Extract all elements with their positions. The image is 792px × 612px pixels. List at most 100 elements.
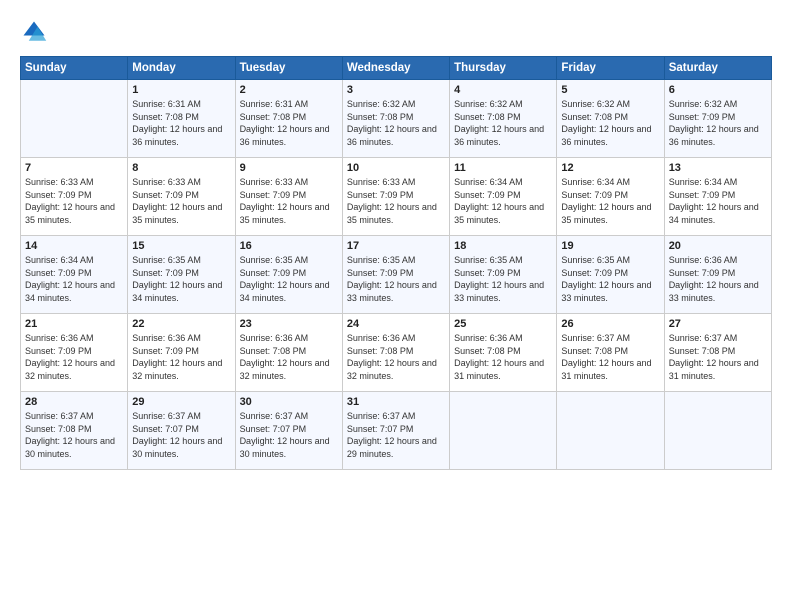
week-row-4: 21 Sunrise: 6:36 AMSunset: 7:09 PMDayligh… (21, 314, 772, 392)
day-detail: Sunrise: 6:35 AMSunset: 7:09 PMDaylight:… (454, 254, 552, 304)
day-cell: 6 Sunrise: 6:32 AMSunset: 7:09 PMDaylight… (664, 80, 771, 158)
day-detail: Sunrise: 6:37 AMSunset: 7:08 PMDaylight:… (669, 332, 767, 382)
day-detail: Sunrise: 6:33 AMSunset: 7:09 PMDaylight:… (347, 176, 445, 226)
day-number: 26 (561, 318, 659, 330)
day-detail: Sunrise: 6:36 AMSunset: 7:09 PMDaylight:… (669, 254, 767, 304)
day-detail: Sunrise: 6:33 AMSunset: 7:09 PMDaylight:… (240, 176, 338, 226)
day-cell: 13 Sunrise: 6:34 AMSunset: 7:09 PMDayligh… (664, 158, 771, 236)
day-number: 5 (561, 84, 659, 96)
header-row: SundayMondayTuesdayWednesdayThursdayFrid… (21, 57, 772, 80)
day-number: 18 (454, 240, 552, 252)
day-cell: 11 Sunrise: 6:34 AMSunset: 7:09 PMDayligh… (450, 158, 557, 236)
day-number: 29 (132, 396, 230, 408)
day-detail: Sunrise: 6:31 AMSunset: 7:08 PMDaylight:… (240, 98, 338, 148)
day-header-sunday: Sunday (21, 57, 128, 80)
week-row-3: 14 Sunrise: 6:34 AMSunset: 7:09 PMDayligh… (21, 236, 772, 314)
calendar-table: SundayMondayTuesdayWednesdayThursdayFrid… (20, 56, 772, 470)
day-number: 22 (132, 318, 230, 330)
day-cell: 22Sunrise: 6:36 AMSunset: 7:09 PMDayligh… (128, 314, 235, 392)
day-cell: 10 Sunrise: 6:33 AMSunset: 7:09 PMDayligh… (342, 158, 449, 236)
day-number: 19 (561, 240, 659, 252)
day-number: 28 (25, 396, 123, 408)
day-detail: Sunrise: 6:34 AMSunset: 7:09 PMDaylight:… (669, 176, 767, 226)
day-header-saturday: Saturday (664, 57, 771, 80)
logo (20, 18, 52, 46)
day-detail: Sunrise: 6:32 AMSunset: 7:09 PMDaylight:… (669, 98, 767, 148)
day-detail: Sunrise: 6:37 AMSunset: 7:07 PMDaylight:… (347, 410, 445, 460)
day-detail: Sunrise: 6:33 AMSunset: 7:09 PMDaylight:… (132, 176, 230, 226)
day-detail: Sunrise: 6:37 AMSunset: 7:08 PMDaylight:… (561, 332, 659, 382)
day-cell: 29 Sunrise: 6:37 AMSunset: 7:07 PMDayligh… (128, 392, 235, 470)
day-detail: Sunrise: 6:33 AMSunset: 7:09 PMDaylight:… (25, 176, 123, 226)
day-number: 10 (347, 162, 445, 174)
day-header-thursday: Thursday (450, 57, 557, 80)
day-number: 4 (454, 84, 552, 96)
day-cell: 1Sunrise: 6:31 AMSunset: 7:08 PMDaylight… (128, 80, 235, 158)
day-detail: Sunrise: 6:37 AMSunset: 7:07 PMDaylight:… (132, 410, 230, 460)
day-header-wednesday: Wednesday (342, 57, 449, 80)
day-number: 6 (669, 84, 767, 96)
day-number: 14 (25, 240, 123, 252)
day-detail: Sunrise: 6:35 AMSunset: 7:09 PMDaylight:… (561, 254, 659, 304)
day-cell (21, 80, 128, 158)
week-row-5: 28 Sunrise: 6:37 AMSunset: 7:08 PMDayligh… (21, 392, 772, 470)
day-number: 9 (240, 162, 338, 174)
day-detail: Sunrise: 6:36 AMSunset: 7:08 PMDaylight:… (454, 332, 552, 382)
day-number: 23 (240, 318, 338, 330)
day-cell: 3 Sunrise: 6:32 AMSunset: 7:08 PMDaylight… (342, 80, 449, 158)
day-header-tuesday: Tuesday (235, 57, 342, 80)
day-cell: 7 Sunrise: 6:33 AMSunset: 7:09 PMDaylight… (21, 158, 128, 236)
day-cell (450, 392, 557, 470)
day-cell: 23 Sunrise: 6:36 AMSunset: 7:08 PMDayligh… (235, 314, 342, 392)
header (20, 18, 772, 46)
day-cell: 2 Sunrise: 6:31 AMSunset: 7:08 PMDaylight… (235, 80, 342, 158)
day-detail: Sunrise: 6:35 AMSunset: 7:09 PMDaylight:… (240, 254, 338, 304)
day-number: 15 (132, 240, 230, 252)
day-number: 3 (347, 84, 445, 96)
day-detail: Sunrise: 6:36 AMSunset: 7:09 PMDaylight:… (25, 332, 123, 382)
day-number: 16 (240, 240, 338, 252)
day-cell: 5 Sunrise: 6:32 AMSunset: 7:08 PMDaylight… (557, 80, 664, 158)
day-number: 31 (347, 396, 445, 408)
day-detail: Sunrise: 6:32 AMSunset: 7:08 PMDaylight:… (347, 98, 445, 148)
week-row-1: 1 Sunrise: 6:31 AMSunset: 7:08 PMDaylight… (21, 80, 772, 158)
day-cell: 30 Sunrise: 6:37 AMSunset: 7:07 PMDayligh… (235, 392, 342, 470)
day-detail: Sunrise: 6:32 AMSunset: 7:08 PMDaylight:… (454, 98, 552, 148)
day-cell: 21 Sunrise: 6:36 AMSunset: 7:09 PMDayligh… (21, 314, 128, 392)
day-cell: 8 Sunrise: 6:33 AMSunset: 7:09 PMDaylight… (128, 158, 235, 236)
day-cell: 31 Sunrise: 6:37 AMSunset: 7:07 PMDayligh… (342, 392, 449, 470)
day-number: 11 (454, 162, 552, 174)
day-detail: Sunrise: 6:34 AMSunset: 7:09 PMDaylight:… (25, 254, 123, 304)
day-number: 1 (132, 84, 230, 96)
day-number: 2 (240, 84, 338, 96)
day-number: 8 (132, 162, 230, 174)
day-detail: Sunrise: 6:37 AMSunset: 7:07 PMDaylight:… (240, 410, 338, 460)
day-number: 17 (347, 240, 445, 252)
day-cell: 19 Sunrise: 6:35 AMSunset: 7:09 PMDayligh… (557, 236, 664, 314)
day-cell: 9 Sunrise: 6:33 AMSunset: 7:09 PMDaylight… (235, 158, 342, 236)
day-number: 12 (561, 162, 659, 174)
day-header-monday: Monday (128, 57, 235, 80)
day-cell: 25 Sunrise: 6:36 AMSunset: 7:08 PMDayligh… (450, 314, 557, 392)
day-number: 25 (454, 318, 552, 330)
day-cell: 28 Sunrise: 6:37 AMSunset: 7:08 PMDayligh… (21, 392, 128, 470)
day-detail: Sunrise: 6:32 AMSunset: 7:08 PMDaylight:… (561, 98, 659, 148)
day-detail: Sunrise: 6:36 AMSunset: 7:08 PMDaylight:… (240, 332, 338, 382)
day-number: 7 (25, 162, 123, 174)
day-number: 30 (240, 396, 338, 408)
day-cell: 20Sunrise: 6:36 AMSunset: 7:09 PMDayligh… (664, 236, 771, 314)
day-detail: Sunrise: 6:37 AMSunset: 7:08 PMDaylight:… (25, 410, 123, 460)
day-number: 21 (25, 318, 123, 330)
day-header-friday: Friday (557, 57, 664, 80)
day-cell: 15Sunrise: 6:35 AMSunset: 7:09 PMDayligh… (128, 236, 235, 314)
logo-icon (20, 18, 48, 46)
day-cell: 12Sunrise: 6:34 AMSunset: 7:09 PMDayligh… (557, 158, 664, 236)
day-detail: Sunrise: 6:34 AMSunset: 7:09 PMDaylight:… (454, 176, 552, 226)
day-number: 27 (669, 318, 767, 330)
day-cell: 24 Sunrise: 6:36 AMSunset: 7:08 PMDayligh… (342, 314, 449, 392)
day-number: 13 (669, 162, 767, 174)
day-detail: Sunrise: 6:35 AMSunset: 7:09 PMDaylight:… (347, 254, 445, 304)
day-cell: 16 Sunrise: 6:35 AMSunset: 7:09 PMDayligh… (235, 236, 342, 314)
day-number: 24 (347, 318, 445, 330)
day-detail: Sunrise: 6:36 AMSunset: 7:08 PMDaylight:… (347, 332, 445, 382)
